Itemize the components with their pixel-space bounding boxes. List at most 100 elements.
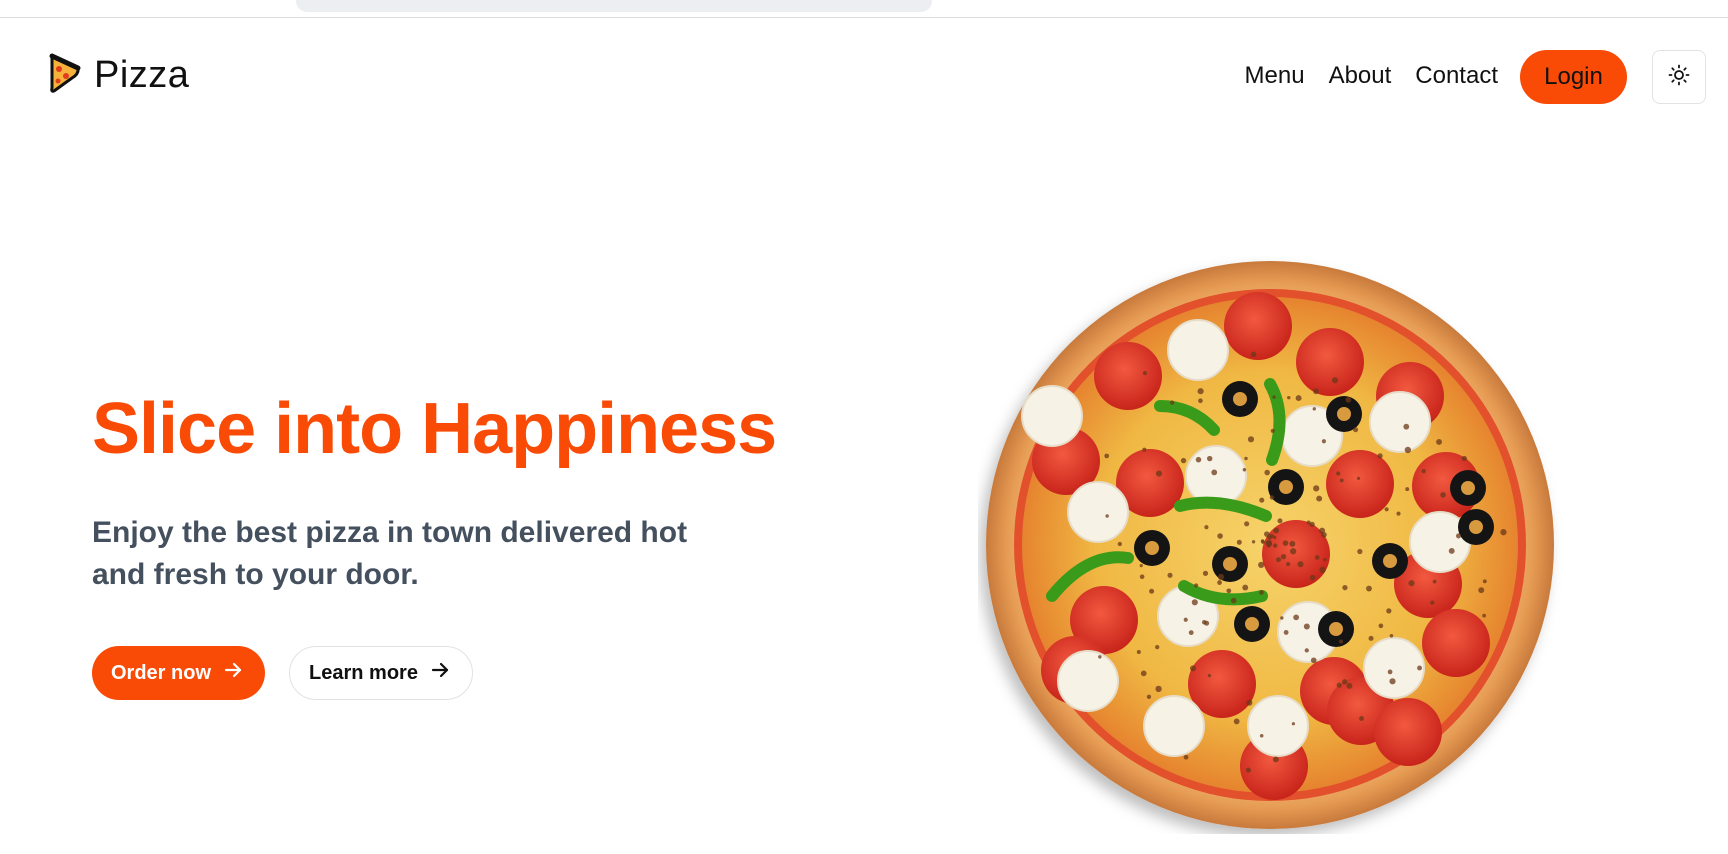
seasoning-speck [1338,639,1344,644]
theme-toggle-button[interactable] [1652,50,1706,104]
seasoning-speck [1336,682,1342,688]
seasoning-speck [1303,623,1310,630]
mozzarella [1363,637,1425,699]
seasoning-speck [1421,468,1426,474]
seasoning-speck [1226,588,1232,594]
seasoning-speck [1440,492,1446,498]
learn-more-label: Learn more [309,661,418,684]
seasoning-speck [1259,589,1264,595]
olive-hole [1383,554,1397,568]
seasoning-speck [1482,613,1487,618]
pepperoni [1374,698,1442,766]
seasoning-speck [1190,665,1196,672]
seasoning-speck [1389,634,1394,638]
olive-hole [1279,480,1293,494]
seasoning-speck [1233,718,1240,725]
olive-hole [1223,557,1237,571]
olive-hole [1145,541,1159,555]
seasoning-speck [1244,456,1248,461]
seasoning-speck [1259,497,1265,503]
seasoning-speck [1293,614,1300,621]
pepperoni [1296,328,1364,396]
seasoning-speck [1290,548,1297,555]
seasoning-speck [1155,644,1160,650]
seasoning-speck [1183,617,1188,622]
seasoning-speck [1242,468,1247,472]
seasoning-speck [1345,396,1352,403]
nav-link-about[interactable]: About [1329,62,1392,90]
seasoning-speck [1259,733,1264,738]
seasoning-speck [1142,371,1148,376]
seasoning-speck [1295,395,1302,402]
seasoning-speck [1242,584,1249,591]
seasoning-speck [1272,756,1279,763]
mozzarella [1167,319,1229,381]
order-now-button[interactable]: Order now [92,646,266,700]
seasoning-speck [1191,599,1198,606]
seasoning-speck [1202,570,1209,576]
seasoning-speck [1139,564,1143,568]
nav-link-contact[interactable]: Contact [1415,62,1498,90]
seasoning-speck [1282,540,1289,546]
nav-links: Menu About Contact [1245,62,1498,90]
seasoning-speck [1273,543,1278,548]
seasoning-speck [1321,439,1327,444]
seasoning-speck [1264,469,1270,476]
seasoning-speck [1346,682,1353,689]
arrow-right-icon [430,660,450,686]
seasoning-speck [1310,657,1317,664]
seasoning-speck [1436,438,1443,445]
seasoning-speck [1405,487,1410,492]
brand[interactable]: Pizza [48,52,189,98]
sun-icon [1668,64,1690,91]
seasoning-speck [1117,541,1122,547]
seasoning-speck [1342,679,1348,685]
seasoning-speck [1183,754,1189,760]
seasoning-speck [1250,351,1257,358]
mozzarella [1185,445,1247,507]
brand-name: Pizza [94,53,190,96]
seasoning-speck [1378,623,1384,629]
seasoning-speck [1098,655,1102,659]
seasoning-speck [1217,573,1225,581]
seasoning-speck [1236,539,1242,545]
seasoning-speck [1500,529,1507,536]
seasoning-speck [1283,630,1289,635]
seasoning-speck [1136,650,1141,655]
seasoning-speck [1396,511,1401,516]
seasoning-speck [1319,527,1326,534]
pepperoni [1326,450,1394,518]
nav-link-menu[interactable]: Menu [1245,62,1305,90]
seasoning-speck [1139,574,1145,580]
pepperoni [1422,609,1490,677]
seasoning-speck [1287,395,1291,400]
pizza-slice-icon [48,52,82,99]
seasoning-speck [1155,470,1163,477]
seasoning-speck [1297,561,1304,568]
mozzarella [1369,391,1431,453]
seasoning-speck [1430,600,1435,605]
login-button[interactable]: Login [1520,50,1627,104]
seasoning-speck [1286,562,1291,567]
seasoning-speck [1275,557,1282,563]
olive-hole [1337,407,1351,421]
seasoning-speck [1319,566,1326,574]
seasoning-speck [1432,579,1437,584]
seasoning-speck [1247,436,1255,443]
address-bar[interactable] [296,0,932,12]
seasoning-speck [1353,427,1359,433]
seasoning-speck [1313,485,1320,492]
learn-more-button[interactable]: Learn more [289,646,473,700]
seasoning-speck [1230,597,1237,604]
seasoning-speck [1316,495,1323,502]
seasoning-speck [1404,446,1412,454]
olive-hole [1329,622,1343,636]
pizza-image [978,256,1562,834]
olive-hole [1245,617,1259,631]
seasoning-speck [1206,455,1213,462]
seasoning-speck [1280,616,1284,620]
seasoning-speck [1270,428,1275,433]
seasoning-speck [1386,608,1392,614]
seasoning-speck [1448,548,1455,554]
seasoning-speck [1289,540,1296,547]
